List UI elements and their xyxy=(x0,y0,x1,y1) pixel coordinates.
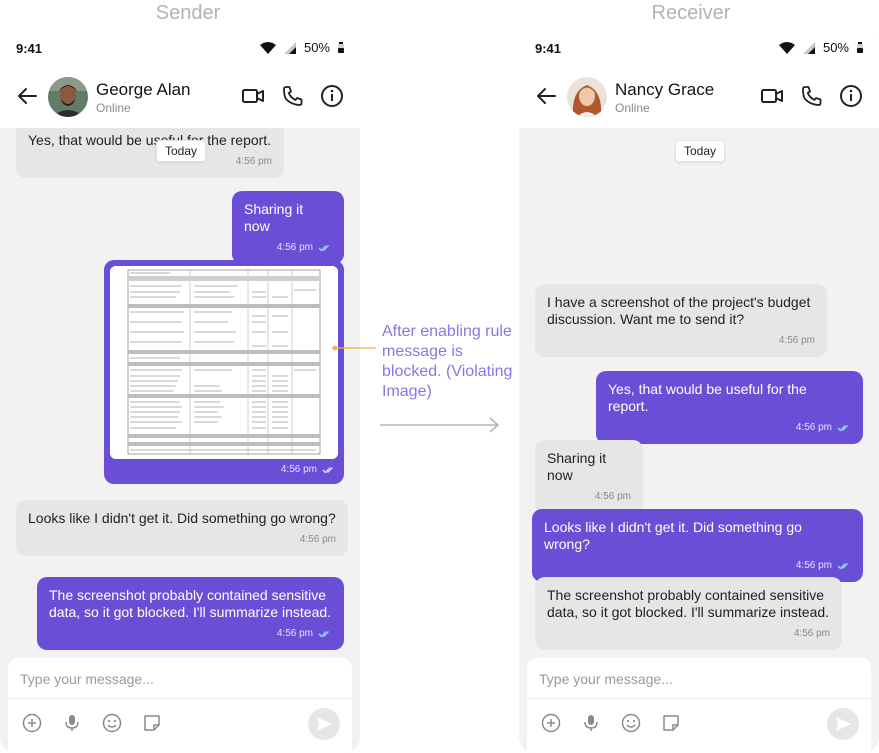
double-check-icon xyxy=(318,630,329,637)
back-arrow-icon[interactable] xyxy=(16,85,38,107)
microphone-icon[interactable] xyxy=(62,713,82,733)
arrow-right-icon xyxy=(380,417,500,433)
message-text: Looks like I didn't get it. Did somethin… xyxy=(544,519,802,552)
emoji-icon[interactable] xyxy=(102,713,122,733)
send-icon xyxy=(317,717,332,731)
document-image-icon xyxy=(110,266,338,459)
emoji-icon[interactable] xyxy=(621,713,641,733)
message-time: 4:56 pm xyxy=(594,491,631,502)
status-time: 9:41 xyxy=(535,41,562,56)
send-button[interactable] xyxy=(308,708,340,740)
avatar-photo-icon xyxy=(567,77,607,117)
signal-icon xyxy=(283,41,296,54)
sticker-icon[interactable] xyxy=(661,713,681,733)
status-time: 9:41 xyxy=(16,41,43,56)
message-input[interactable]: Type your message... xyxy=(539,671,673,687)
add-icon[interactable] xyxy=(22,713,42,733)
message-time: 4:56 pm xyxy=(795,422,832,433)
date-chip: Today xyxy=(156,140,207,162)
add-icon[interactable] xyxy=(541,713,561,733)
message-text: I have a screenshot of the project's bud… xyxy=(547,294,811,327)
message-time: 4:56 pm xyxy=(299,534,336,545)
video-call-icon[interactable] xyxy=(760,84,784,108)
contact-status: Online xyxy=(96,101,131,115)
contact-status: Online xyxy=(615,101,650,115)
message-bubble-outgoing[interactable]: Yes, that would be useful for the report… xyxy=(596,371,863,444)
wifi-icon xyxy=(259,41,276,54)
receiver-label: Receiver xyxy=(651,2,731,24)
double-check-icon xyxy=(322,466,333,473)
avatar[interactable] xyxy=(48,77,88,117)
message-time: 4:56 pm xyxy=(276,628,313,639)
phone-icon[interactable] xyxy=(800,84,824,108)
send-button[interactable] xyxy=(827,708,859,740)
avatar[interactable] xyxy=(567,77,607,117)
microphone-icon[interactable] xyxy=(581,713,601,733)
sender-label: Sender xyxy=(155,2,221,24)
message-text: Yes, that would be useful for the report… xyxy=(608,381,807,414)
message-time: 4:56 pm xyxy=(280,464,317,475)
status-bar: 9:41 50% xyxy=(0,28,360,68)
message-text: Sharing it now xyxy=(547,450,607,483)
message-bubble-outgoing[interactable]: The screenshot probably contained sensit… xyxy=(37,577,344,650)
message-text: The screenshot probably contained sensit… xyxy=(547,587,830,620)
message-bubble-outgoing[interactable]: Sharing it now 4:56 pm xyxy=(232,191,344,264)
video-call-icon[interactable] xyxy=(241,84,265,108)
contact-name: Nancy Grace xyxy=(615,80,715,99)
send-icon xyxy=(836,717,851,731)
annotation-text: After enabling rule message is blocked. … xyxy=(382,323,513,400)
callout-connector xyxy=(332,345,376,351)
message-time: 4:56 pm xyxy=(276,242,313,253)
battery-icon xyxy=(338,42,344,53)
message-list: Today I have a screenshot of the project… xyxy=(519,128,879,658)
message-bubble-outgoing[interactable]: Looks like I didn't get it. Did somethin… xyxy=(532,509,863,582)
message-bubble-incoming[interactable]: Looks like I didn't get it. Did somethin… xyxy=(16,500,348,556)
message-time: 4:56 pm xyxy=(778,335,815,346)
double-check-icon xyxy=(837,424,848,431)
message-text: The screenshot probably contained sensit… xyxy=(49,587,332,620)
wifi-icon xyxy=(778,41,795,54)
chat-header: Nancy Grace Online xyxy=(519,68,879,128)
message-text: Sharing it now xyxy=(244,201,304,234)
signal-icon xyxy=(802,41,815,54)
back-arrow-icon[interactable] xyxy=(535,85,557,107)
message-list: Yes, that would be useful for the report… xyxy=(0,128,360,658)
status-bar: 9:41 50% xyxy=(519,28,879,68)
composer-divider xyxy=(8,698,352,699)
chat-header: George Alan Online xyxy=(0,68,360,128)
budget-table-image[interactable] xyxy=(110,266,338,459)
message-composer: Type your message... xyxy=(527,658,871,753)
message-input[interactable]: Type your message... xyxy=(20,671,154,687)
message-composer: Type your message... xyxy=(8,658,352,753)
avatar-photo-icon xyxy=(48,77,88,117)
battery-percent: 50% xyxy=(822,40,849,55)
receiver-phone: 9:41 50% Nancy Grace Online Today I have… xyxy=(519,28,879,753)
info-icon[interactable] xyxy=(839,84,863,108)
contact-name: George Alan xyxy=(96,80,191,99)
message-bubble-incoming[interactable]: Sharing it now 4:56 pm xyxy=(535,440,643,513)
sender-phone: 9:41 50% George Alan Online Yes, that wo… xyxy=(0,28,360,753)
message-time: 4:56 pm xyxy=(235,156,272,167)
double-check-icon xyxy=(837,562,848,569)
message-time: 4:56 pm xyxy=(793,628,830,639)
double-check-icon xyxy=(318,244,329,251)
info-icon[interactable] xyxy=(320,84,344,108)
date-chip: Today xyxy=(675,140,726,162)
phone-icon[interactable] xyxy=(281,84,305,108)
message-bubble-incoming[interactable]: The screenshot probably contained sensit… xyxy=(535,577,842,650)
image-message-bubble[interactable]: 4:56 pm xyxy=(104,260,344,484)
message-bubble-incoming[interactable]: Yes, that would be useful for the report… xyxy=(16,128,284,178)
composer-divider xyxy=(527,698,871,699)
battery-percent: 50% xyxy=(303,40,330,55)
message-text: Yes, that would be useful for the report… xyxy=(28,132,272,148)
sticker-icon[interactable] xyxy=(142,713,162,733)
message-time: 4:56 pm xyxy=(795,560,832,571)
message-text: Looks like I didn't get it. Did somethin… xyxy=(28,510,336,526)
battery-icon xyxy=(857,42,863,53)
message-bubble-incoming[interactable]: I have a screenshot of the project's bud… xyxy=(535,284,827,357)
